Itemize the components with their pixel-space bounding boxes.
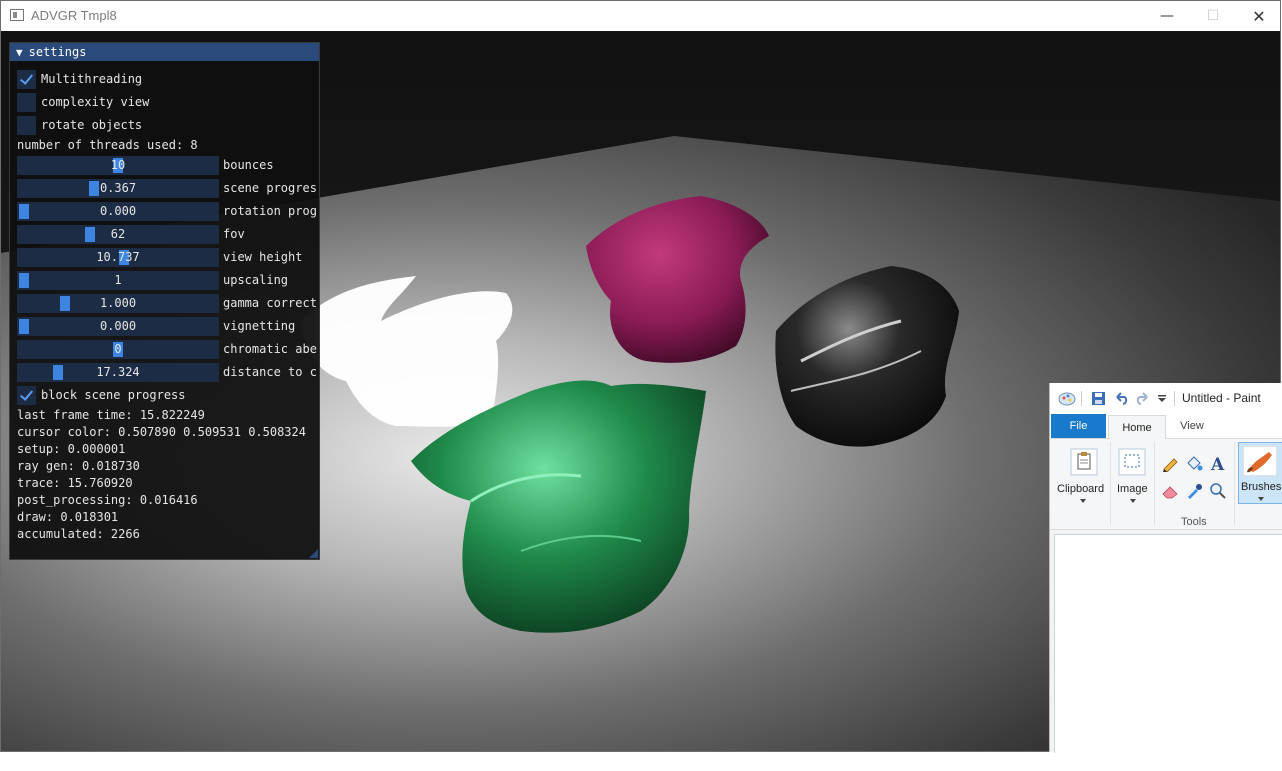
multithreading-checkbox[interactable]	[17, 69, 36, 89]
svg-text:A: A	[1210, 455, 1225, 472]
slider-value: 0.000	[99, 204, 137, 218]
slider-label: distance to camera	[223, 365, 317, 379]
complexity-view-checkbox[interactable]	[17, 92, 36, 112]
slider-value: 1	[114, 273, 122, 287]
clipboard-icon	[1070, 448, 1098, 476]
stat-trace: trace: 15.760920	[17, 476, 133, 490]
slider-label: fov	[223, 227, 245, 241]
window-title: ADVGR Tmpl8	[31, 8, 117, 23]
brushes-group[interactable]: Brushes	[1238, 442, 1282, 504]
maximize-button[interactable]: ☐	[1190, 1, 1236, 31]
rotate-objects-label: rotate objects	[41, 118, 143, 132]
stat-setup: setup: 0.000001	[17, 442, 126, 456]
image-group[interactable]: Image	[1112, 442, 1155, 525]
settings-title: settings	[28, 45, 87, 59]
undo-icon[interactable]	[1113, 391, 1129, 406]
slider-scene-progress[interactable]: 0.367	[17, 179, 219, 198]
customize-qat-icon[interactable]	[1158, 395, 1167, 403]
tab-home[interactable]: Home	[1108, 415, 1166, 440]
eraser-icon[interactable]	[1161, 482, 1179, 500]
block-scene-progress-row[interactable]: block scene progress	[17, 385, 186, 405]
image-dropdown-icon	[1130, 499, 1136, 503]
slider-value: 0	[114, 342, 122, 356]
text-icon[interactable]: A	[1209, 454, 1227, 472]
block-scene-progress-checkbox[interactable]	[17, 385, 36, 405]
image-label: Image	[1117, 483, 1148, 495]
brushes-label: Brushes	[1241, 481, 1282, 493]
clipboard-dropdown-icon	[1080, 499, 1086, 503]
resize-grip[interactable]	[309, 549, 318, 558]
tools-group: A Tools	[1156, 442, 1235, 528]
slider-value: 0.000	[99, 319, 137, 333]
slider-value: 1.000	[99, 296, 137, 310]
slider-label: vignetting	[223, 319, 296, 333]
paint-window[interactable]: Untitled - Paint File Home View Clipboar…	[1049, 383, 1282, 753]
paint-ribbon: Clipboard Image A Tools Brushes	[1050, 439, 1282, 530]
clipboard-group[interactable]: Clipboard	[1054, 442, 1111, 525]
minimize-button[interactable]: —	[1144, 1, 1190, 31]
threads-count-text: number of threads used: 8	[17, 138, 198, 152]
color-picker-icon[interactable]	[1185, 482, 1203, 500]
settings-title-bar[interactable]: ▼ settings	[10, 43, 319, 61]
qat-divider-2	[1174, 391, 1175, 406]
app-icon	[10, 9, 24, 21]
collapse-arrow-icon[interactable]: ▼	[16, 46, 23, 59]
slider-label: rotation progress	[223, 204, 317, 218]
paint-app-icon[interactable]	[1058, 390, 1076, 406]
title-bar[interactable]: ADVGR Tmpl8 — ☐ ✕	[1, 1, 1280, 31]
slider-label: upscaling	[223, 273, 289, 287]
tab-view[interactable]: View	[1170, 414, 1214, 438]
slider-vignetting[interactable]: 0.000	[17, 317, 219, 336]
stat-ray-gen: ray gen: 0.018730	[17, 459, 140, 473]
stat-cursor-color: cursor color: 0.507890 0.509531 0.508324	[17, 425, 306, 439]
qat-divider	[1081, 391, 1082, 406]
slider-label: scene progress	[223, 181, 317, 195]
tab-file[interactable]: File	[1051, 414, 1106, 438]
slider-label: bounces	[223, 158, 274, 172]
fill-icon[interactable]	[1185, 454, 1203, 472]
settings-panel[interactable]: ▼ settings Multithreading complexity vie…	[9, 42, 320, 560]
slider-chromatic-aberration[interactable]: 0	[17, 340, 219, 359]
save-icon[interactable]	[1091, 391, 1106, 406]
clipboard-label: Clipboard	[1057, 483, 1105, 495]
close-button[interactable]: ✕	[1236, 1, 1282, 31]
rotate-objects-checkbox-row[interactable]: rotate objects	[17, 115, 142, 135]
multithreading-label: Multithreading	[41, 72, 143, 86]
slider-distance-to-camera[interactable]: 17.324	[17, 363, 219, 382]
slider-value: 17.324	[96, 365, 140, 379]
slider-gamma-correction[interactable]: 1.000	[17, 294, 219, 313]
redo-icon[interactable]	[1135, 391, 1151, 406]
slider-value: 62	[110, 227, 126, 241]
tools-label: Tools	[1181, 516, 1207, 528]
paint-title: Untitled - Paint	[1182, 391, 1261, 405]
select-icon	[1118, 448, 1146, 476]
slider-label: gamma correction	[223, 296, 317, 310]
slider-value: 10	[110, 158, 126, 172]
stat-post-processing: post_processing: 0.016416	[17, 493, 198, 507]
complexity-view-label: complexity view	[41, 95, 150, 109]
stat-last-frame-time: last frame time: 15.822249	[17, 408, 205, 422]
slider-value: 10.737	[96, 250, 140, 264]
magnifier-icon[interactable]	[1209, 482, 1227, 500]
paint-canvas[interactable]	[1054, 534, 1282, 753]
slider-label: view height	[223, 250, 303, 264]
brushes-icon	[1243, 446, 1277, 476]
stat-accumulated: accumulated: 2266	[17, 527, 140, 541]
brushes-dropdown-icon	[1258, 497, 1264, 501]
complexity-view-checkbox-row[interactable]: complexity view	[17, 92, 149, 112]
slider-rotation-progress[interactable]: 0.000	[17, 202, 219, 221]
slider-upscaling[interactable]: 1	[17, 271, 219, 290]
paint-ribbon-tabs: File Home View	[1050, 414, 1282, 440]
stat-draw: draw: 0.018301	[17, 510, 119, 524]
slider-bounces[interactable]: 10	[17, 156, 219, 175]
slider-value: 0.367	[99, 181, 137, 195]
slider-view-height[interactable]: 10.737	[17, 248, 219, 267]
slider-fov[interactable]: 62	[17, 225, 219, 244]
rotate-objects-checkbox[interactable]	[17, 115, 36, 135]
block-scene-progress-label: block scene progress	[41, 388, 186, 402]
paint-quick-access-toolbar: Untitled - Paint	[1050, 383, 1282, 414]
multithreading-checkbox-row[interactable]: Multithreading	[17, 69, 142, 89]
slider-label: chromatic aberration	[223, 342, 317, 356]
pencil-icon[interactable]	[1161, 454, 1179, 472]
